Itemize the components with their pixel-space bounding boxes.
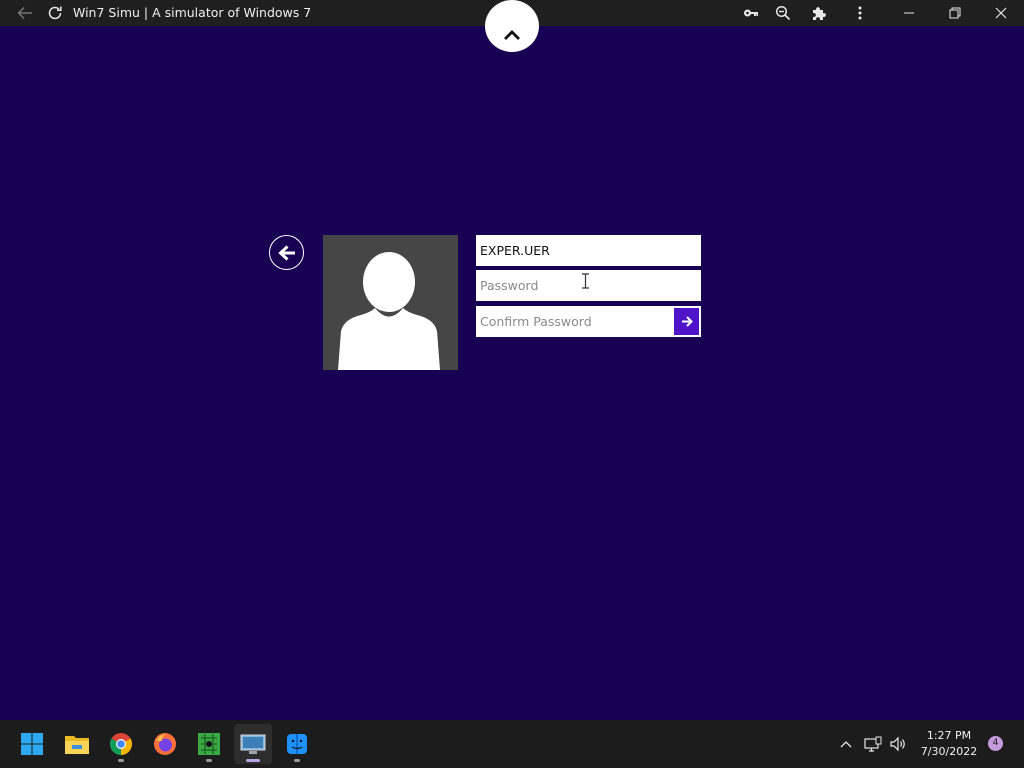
- scroll-up-button[interactable]: [485, 0, 539, 52]
- minimize-icon[interactable]: [898, 0, 920, 26]
- username-field[interactable]: [476, 235, 701, 266]
- clock[interactable]: 1:27 PM 7/30/2022: [918, 728, 980, 760]
- notification-badge[interactable]: 4: [988, 736, 1003, 751]
- more-icon[interactable]: [850, 0, 870, 26]
- text-cursor-icon: [582, 273, 589, 289]
- taskbar-finder[interactable]: [278, 724, 316, 764]
- zoom-icon[interactable]: [773, 0, 793, 26]
- win7-simu-icon: [240, 734, 266, 754]
- taskbar-file-explorer[interactable]: [58, 724, 96, 764]
- volume-icon[interactable]: [888, 732, 908, 756]
- login-screen: [0, 0, 1024, 720]
- network-icon[interactable]: [863, 732, 883, 756]
- running-indicator: [294, 759, 300, 762]
- back-button[interactable]: [269, 235, 304, 270]
- taskbar-win7-simu[interactable]: [234, 724, 272, 764]
- chrome-icon: [110, 733, 132, 755]
- windows-logo-icon: [21, 733, 43, 755]
- start-button[interactable]: [13, 724, 51, 764]
- arrow-right-icon: [681, 316, 693, 327]
- taskbar-chrome[interactable]: [102, 724, 140, 764]
- clock-time: 1:27 PM: [926, 729, 972, 742]
- running-indicator: [118, 759, 124, 762]
- taskbar-firefox[interactable]: [146, 724, 184, 764]
- taskbar: [0, 720, 1024, 768]
- taskbar-minesweeper[interactable]: [190, 724, 228, 764]
- finder-icon: [287, 734, 307, 754]
- clock-date: 7/30/2022: [920, 745, 978, 758]
- submit-button-face[interactable]: [674, 308, 699, 335]
- folder-icon: [65, 736, 89, 754]
- minesweeper-icon: [198, 733, 220, 755]
- confirm-password-field[interactable]: [476, 306, 672, 337]
- close-icon[interactable]: [990, 0, 1012, 26]
- back-arrow-icon[interactable]: [14, 0, 36, 26]
- reload-icon[interactable]: [44, 0, 66, 26]
- app-title: Win7 Simu | A simulator of Windows 7: [73, 5, 312, 20]
- running-indicator: [206, 759, 212, 762]
- user-silhouette-icon: [338, 252, 440, 370]
- chevron-up-icon[interactable]: [837, 732, 855, 756]
- running-indicator: [246, 759, 260, 762]
- key-icon[interactable]: [741, 0, 761, 26]
- extensions-icon[interactable]: [809, 0, 829, 26]
- restore-icon[interactable]: [944, 0, 966, 26]
- arrow-left-icon: [277, 244, 295, 261]
- submit-button[interactable]: [672, 306, 701, 337]
- user-avatar: [323, 235, 458, 370]
- firefox-icon: [154, 733, 176, 755]
- chevron-up-icon: [504, 30, 520, 40]
